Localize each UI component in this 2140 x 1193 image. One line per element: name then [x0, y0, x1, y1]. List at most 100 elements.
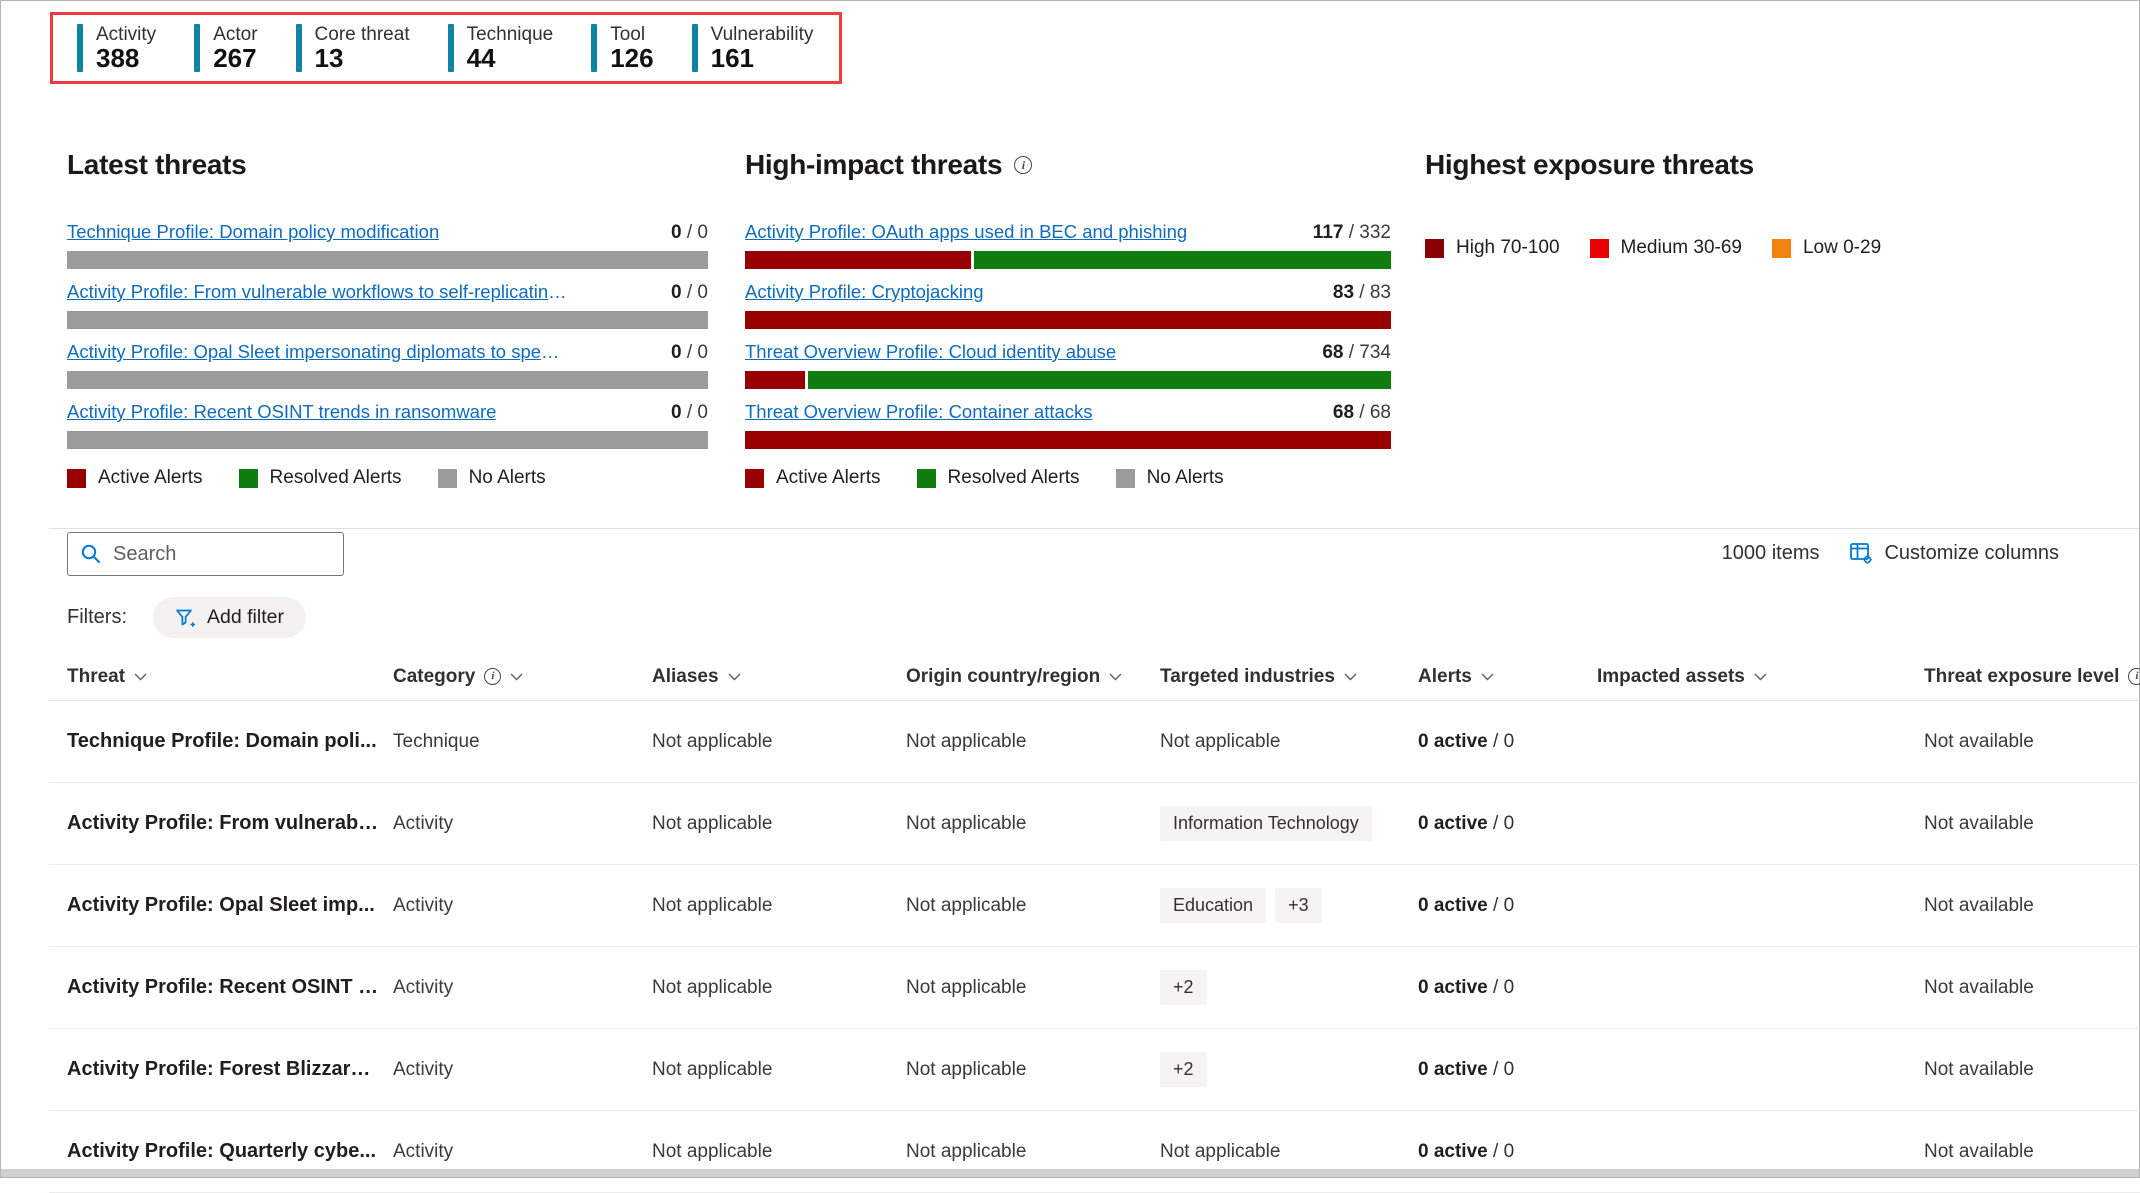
legend-label: Active Alerts [98, 467, 203, 488]
cell-exposure-level: Not available [1924, 976, 2034, 998]
column-header-label: Category [393, 665, 476, 687]
info-icon[interactable] [1014, 156, 1033, 174]
counter-label: Actor [213, 24, 258, 45]
items-count: 1000 items [1721, 541, 1820, 564]
cell-alerts: 0 active / 0 [1418, 813, 1597, 835]
column-header-industries[interactable]: Targeted industries [1160, 666, 1418, 688]
legend-swatch [1425, 238, 1444, 258]
counter-technique: Technique 44 [447, 24, 553, 72]
threat-link[interactable]: Activity Profile: Opal Sleet impersonati… [67, 341, 567, 363]
entity-counter-box: Activity 388 Actor 267 Core threat 13 Te… [50, 12, 842, 84]
threat-link[interactable]: Activity Profile: Recent OSINT trends in… [67, 401, 496, 423]
cell-threat[interactable]: Activity Profile: From vulnerabl... [67, 812, 393, 835]
alerts-legend: Active Alerts Resolved Alerts No Alerts [67, 467, 708, 489]
no-alerts-segment [67, 311, 708, 329]
info-icon[interactable] [484, 668, 502, 685]
cell-category: Activity [393, 812, 454, 834]
table-row[interactable]: Activity Profile: Quarterly cybe... Acti… [49, 1111, 2140, 1193]
column-header-origin[interactable]: Origin country/region [906, 666, 1160, 688]
filter-icon [175, 608, 196, 628]
counter-accent-bar [77, 24, 83, 72]
industry-badge: Information Technology [1160, 806, 1372, 841]
alert-status-bar [67, 431, 708, 449]
legend-label: Medium 30-69 [1620, 237, 1742, 258]
total-count: / 0 [681, 282, 708, 303]
threat-link[interactable]: Threat Overview Profile: Container attac… [745, 401, 1093, 423]
threat-link[interactable]: Activity Profile: OAuth apps used in BEC… [745, 221, 1187, 243]
legend-item: Medium 30-69 [1589, 237, 1742, 259]
cell-category: Technique [393, 730, 480, 752]
cell-industries: Information Technology [1160, 806, 1418, 841]
customize-columns-button[interactable]: Customize columns [1849, 541, 2059, 565]
threat-link[interactable]: Activity Profile: Cryptojacking [745, 281, 984, 303]
total-count: / 83 [1354, 282, 1391, 303]
column-header-label: Threat exposure level [1924, 665, 2120, 687]
industry-overflow-badge[interactable]: +2 [1160, 970, 1207, 1005]
cell-threat[interactable]: Activity Profile: Opal Sleet imp... [67, 894, 393, 917]
counter-value: 388 [96, 43, 140, 73]
table-row[interactable]: Activity Profile: From vulnerabl... Acti… [49, 783, 2140, 865]
total-count: / 68 [1354, 402, 1391, 423]
active-count: 68 [1322, 342, 1344, 363]
column-header-impacted-assets[interactable]: Impacted assets [1597, 666, 1924, 688]
table-row[interactable]: Technique Profile: Domain poli... Techni… [49, 701, 2140, 783]
chevron-down-icon [1754, 673, 1767, 680]
active-count: 0 [671, 282, 682, 303]
threat-link[interactable]: Technique Profile: Domain policy modific… [67, 221, 439, 243]
chevron-down-icon [510, 673, 523, 680]
total-count: / 332 [1343, 222, 1391, 243]
cell-origin: Not applicable [906, 894, 1027, 916]
search-input[interactable] [113, 542, 331, 566]
alerts-legend: Active Alerts Resolved Alerts No Alerts [745, 467, 1391, 489]
active-count: 83 [1332, 282, 1355, 303]
legend-item: No Alerts [1115, 467, 1224, 489]
alerts-active: 0 active [1418, 1058, 1488, 1080]
search-box[interactable] [67, 532, 344, 576]
alert-status-bar [67, 311, 708, 329]
cell-threat[interactable]: Technique Profile: Domain poli... [67, 730, 393, 753]
cell-threat[interactable]: Activity Profile: Quarterly cybe... [67, 1140, 393, 1163]
threat-link[interactable]: Threat Overview Profile: Cloud identity … [745, 341, 1116, 363]
cell-industries: Education +3 [1160, 888, 1418, 923]
industry-overflow-badge[interactable]: +2 [1160, 1052, 1207, 1087]
alerts-total: / 0 [1487, 730, 1515, 752]
cell-alerts: 0 active / 0 [1418, 1059, 1597, 1081]
toolbar-right: 1000 items Customize columns [1722, 541, 2059, 565]
horizontal-scrollbar[interactable] [1, 1169, 2139, 1177]
threat-link[interactable]: Activity Profile: From vulnerable workfl… [67, 281, 567, 303]
legend-swatch [437, 468, 457, 488]
cell-threat[interactable]: Activity Profile: Forest Blizzard ... [67, 1058, 393, 1081]
column-header-exposure-level[interactable]: Threat exposure level [1924, 666, 2140, 688]
column-header-threat[interactable]: Threat [67, 666, 393, 688]
alerts-active: 0 active [1418, 976, 1488, 998]
table-row[interactable]: Activity Profile: Recent OSINT t... Acti… [49, 947, 2140, 1029]
resolved-alerts-segment [974, 251, 1391, 269]
legend-item: Active Alerts [745, 467, 881, 489]
no-alerts-segment [67, 251, 708, 269]
alerts-total: / 0 [1487, 894, 1515, 916]
column-header-aliases[interactable]: Aliases [652, 666, 906, 688]
add-filter-button[interactable]: Add filter [153, 597, 306, 638]
table-row[interactable]: Activity Profile: Forest Blizzard ... Ac… [49, 1029, 2140, 1111]
industry-overflow-badge[interactable]: +3 [1275, 888, 1322, 923]
filters-row: Filters: Add filter [67, 597, 306, 638]
legend-label: Resolved Alerts [947, 467, 1080, 488]
cell-exposure-level: Not available [1924, 730, 2034, 752]
table-row[interactable]: Activity Profile: Opal Sleet imp... Acti… [49, 865, 2140, 947]
column-header-category[interactable]: Category [393, 666, 652, 688]
alert-status-bar [67, 251, 708, 269]
cell-threat[interactable]: Activity Profile: Recent OSINT t... [67, 976, 393, 999]
legend-label: High 70-100 [1456, 237, 1560, 258]
total-count: / 0 [681, 402, 708, 423]
column-header-label: Threat [67, 665, 126, 687]
legend-item: No Alerts [437, 467, 546, 489]
legend-swatch [67, 468, 86, 488]
counter-value: 267 [213, 43, 257, 73]
active-count: 68 [1332, 402, 1355, 423]
column-header-alerts[interactable]: Alerts [1418, 666, 1597, 688]
counter-accent-bar [447, 24, 454, 72]
info-icon[interactable] [2128, 668, 2140, 685]
chevron-down-icon [1344, 673, 1357, 680]
latest-threats-section: Latest threats Technique Profile: Domain… [67, 149, 708, 489]
column-header-label: Aliases [652, 665, 719, 687]
